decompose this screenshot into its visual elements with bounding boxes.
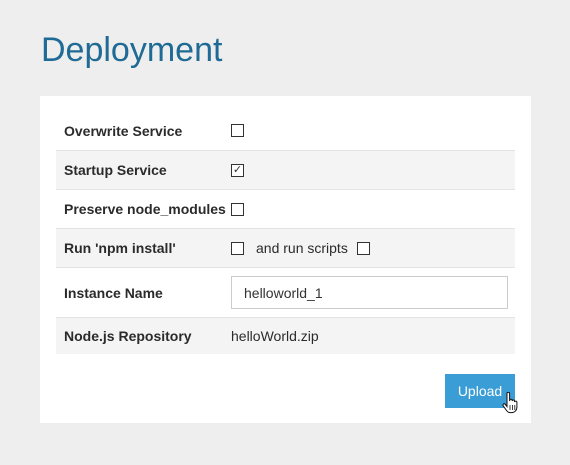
overwrite-service-checkbox[interactable] [231, 124, 244, 137]
run-scripts-label: and run scripts [256, 240, 348, 256]
run-npm-install-row: Run 'npm install' and run scripts [56, 228, 515, 267]
overwrite-service-label: Overwrite Service [64, 122, 183, 139]
instance-name-label: Instance Name [64, 284, 163, 301]
preserve-node-modules-label: Preserve node_modules [64, 201, 226, 217]
deployment-form: Overwrite Service Startup Service ✓ Pres… [56, 111, 515, 354]
instance-name-input[interactable] [231, 276, 508, 309]
instance-name-row: Instance Name [56, 267, 515, 317]
startup-service-row: Startup Service ✓ [56, 150, 515, 189]
repository-row: Node.js Repository helloWorld.zip [56, 317, 515, 354]
startup-service-checkbox[interactable]: ✓ [231, 163, 244, 177]
repository-label: Node.js Repository [64, 328, 192, 344]
run-npm-install-checkbox[interactable] [231, 241, 244, 255]
checkmark-icon: ✓ [232, 163, 243, 176]
upload-button[interactable]: Upload [445, 374, 515, 408]
repository-value: helloWorld.zip [231, 328, 319, 344]
page-title: Deployment [41, 31, 223, 69]
run-scripts-checkbox[interactable] [356, 241, 370, 255]
deployment-panel: Overwrite Service Startup Service ✓ Pres… [40, 96, 531, 423]
preserve-node-modules-row: Preserve node_modules [56, 189, 515, 228]
overwrite-service-row: Overwrite Service [56, 111, 515, 150]
preserve-node-modules-checkbox[interactable] [231, 202, 244, 216]
run-npm-install-label: Run 'npm install' [64, 240, 176, 256]
startup-service-label: Startup Service [64, 162, 167, 178]
